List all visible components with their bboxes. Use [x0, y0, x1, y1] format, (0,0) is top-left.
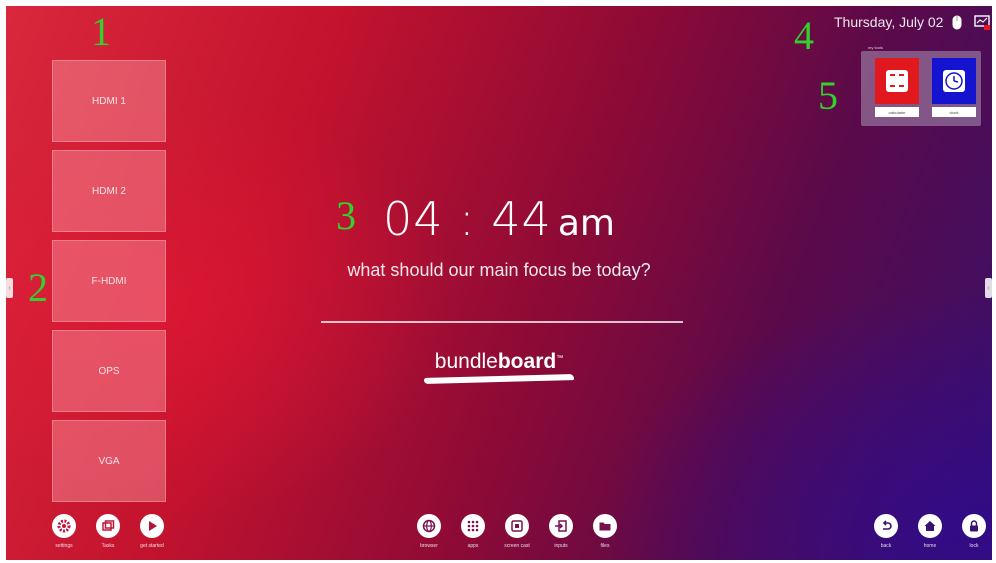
screen-cast-button-circle: [505, 514, 529, 538]
input-icon: [555, 520, 567, 532]
source-tile-hdmi-1[interactable]: HDMI 1: [52, 60, 166, 142]
settings-button[interactable]: settings: [44, 514, 84, 549]
files-label: files: [600, 543, 610, 549]
tasks-label: Tasks: [101, 543, 115, 549]
annotation-5: 5: [818, 73, 838, 118]
brand-logo-tm: ™: [556, 355, 564, 362]
clock-tool[interactable]: clock: [932, 58, 976, 119]
back-button[interactable]: back: [866, 514, 906, 549]
settings-label: settings: [55, 543, 73, 549]
date-display: Thursday, July 02: [834, 14, 944, 30]
home-button[interactable]: home: [910, 514, 950, 549]
screen-cast-icon: [511, 520, 523, 532]
source-tile-vga[interactable]: VGA: [52, 420, 166, 502]
clock-tool-face: [932, 58, 976, 104]
folder-icon: [599, 522, 611, 531]
lock-button-circle: [962, 514, 986, 538]
chevron-right-icon: ›: [8, 284, 11, 292]
lock-button[interactable]: lock: [954, 514, 992, 549]
brand-logo-bold: board: [497, 350, 557, 373]
annotation-4: 4: [794, 13, 814, 58]
settings-button-circle: [52, 514, 76, 538]
apps-button-circle: [461, 514, 485, 538]
gear-icon: [57, 519, 71, 533]
globe-icon: [422, 519, 436, 533]
clock-time: 04 : 44: [383, 192, 552, 246]
tasks-button-circle: [96, 514, 120, 538]
calculator-tool-label: calculator: [875, 107, 919, 117]
source-tile-f-hdmi[interactable]: F-HDMI: [52, 240, 166, 322]
lock-icon: [970, 520, 978, 532]
back-label: back: [880, 543, 892, 549]
browser-button-circle: [417, 514, 441, 538]
clock-tool-label: clock: [932, 107, 976, 117]
right-edge-handle[interactable]: ‹: [985, 278, 992, 298]
get-started-label: get started: [140, 543, 164, 549]
lock-label: lock: [969, 543, 979, 549]
files-button-circle: [593, 514, 617, 538]
home-icon: [924, 521, 936, 531]
mouse-icon[interactable]: [952, 15, 962, 30]
screen-monitor-icon[interactable]: [974, 15, 990, 30]
screen-cast-label: screen cast: [504, 543, 530, 549]
screen-cast-button[interactable]: screen cast: [497, 514, 537, 549]
apps-button[interactable]: apps: [453, 514, 493, 549]
brand-underline-stroke: [423, 374, 575, 384]
browser-button[interactable]: browser: [409, 514, 449, 549]
brand-logo-light: bundle: [434, 350, 498, 373]
calculator-tool-face: [875, 58, 919, 104]
chevron-left-icon: ‹: [987, 284, 990, 292]
windows-icon: [102, 520, 115, 531]
calculator-icon: [886, 70, 908, 92]
back-icon: [882, 520, 892, 530]
get-started-button-circle: [140, 514, 164, 538]
files-button[interactable]: files: [585, 514, 625, 549]
brand-logo: bundleboard™: [6, 350, 992, 374]
get-started-button[interactable]: get started: [132, 514, 172, 549]
home-button-circle: [918, 514, 942, 538]
home-label: home: [923, 543, 937, 549]
annotation-1: 1: [91, 9, 111, 54]
tasks-button[interactable]: Tasks: [88, 514, 128, 549]
back-button-circle: [874, 514, 898, 538]
apps-label: apps: [467, 543, 479, 549]
clock-ampm: am: [557, 203, 615, 244]
inputs-button-circle: [549, 514, 573, 538]
left-edge-handle[interactable]: ›: [6, 278, 13, 298]
calculator-tool[interactable]: calculator: [875, 58, 919, 119]
inputs-button[interactable]: inputs: [541, 514, 581, 549]
apps-grid-icon: [467, 520, 479, 532]
home-screen: 1 2 3 4 5 HDMI 1 HDMI 2 F-HDMI OPS VGA ›…: [6, 6, 992, 560]
focus-input[interactable]: [321, 317, 683, 323]
clock-display: 04 : 44 am: [6, 192, 992, 246]
inputs-label: inputs: [554, 543, 568, 549]
play-icon: [149, 521, 157, 531]
clock-icon: [943, 70, 965, 92]
focus-question: what should our main focus be today?: [347, 260, 651, 280]
tools-panel-title: my tools: [868, 45, 883, 50]
browser-label: browser: [420, 543, 438, 549]
